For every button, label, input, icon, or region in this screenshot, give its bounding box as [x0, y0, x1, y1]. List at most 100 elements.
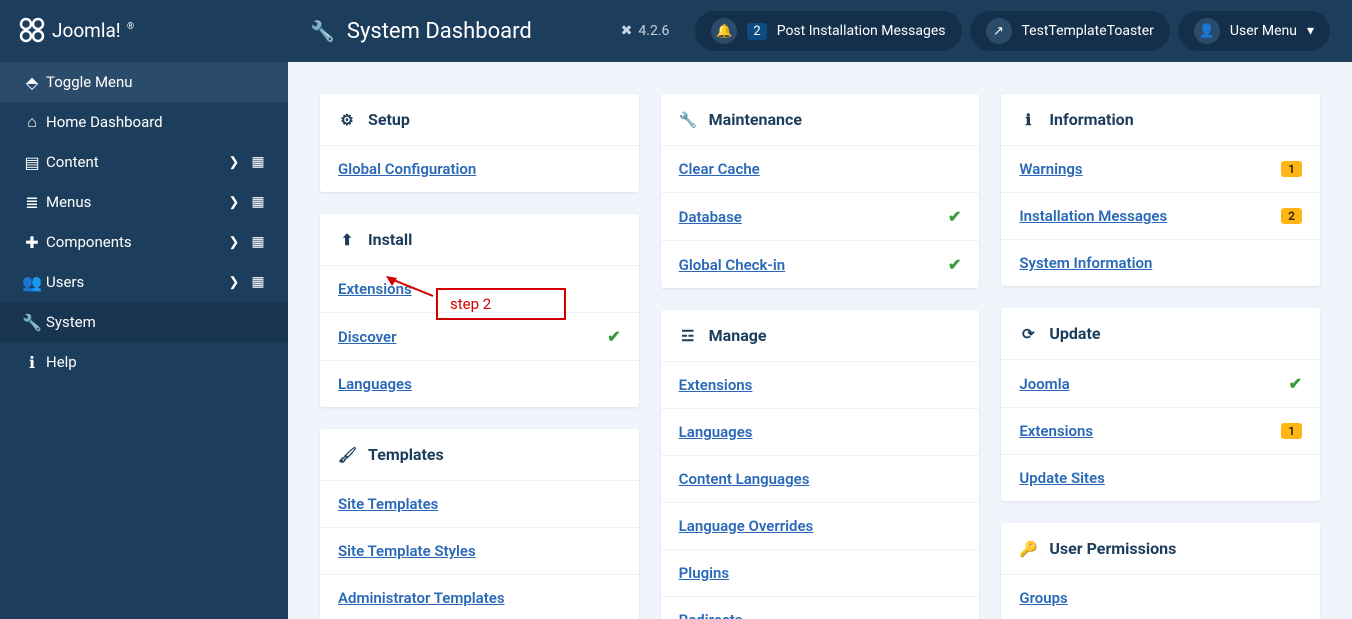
link-system-information[interactable]: System Information [1019, 254, 1302, 272]
sidebar-item-home-dashboard[interactable]: ⌂Home Dashboard [0, 102, 288, 142]
card-information: ℹInformationWarnings1Installation Messag… [1001, 94, 1320, 286]
link-site-template-styles[interactable]: Site Template Styles [338, 542, 621, 560]
card-title: Setup [368, 110, 410, 129]
link-global-check-in[interactable]: Global Check-in [679, 256, 948, 274]
card-row: Global Check-in✔ [661, 240, 980, 288]
link-discover[interactable]: Discover [338, 328, 607, 346]
link-language-overrides[interactable]: Language Overrides [679, 517, 962, 535]
check-icon: ✔ [607, 327, 620, 346]
users-icon: 👥 [18, 273, 46, 292]
link-site-templates[interactable]: Site Templates [338, 495, 621, 513]
card-header-information: ℹInformation [1001, 94, 1320, 145]
card-manage: ☲ManageExtensionsLanguagesContent Langua… [661, 310, 980, 619]
card-row: Redirects [661, 596, 980, 619]
card-row: Content Languages [661, 455, 980, 502]
check-icon: ✔ [1289, 374, 1302, 393]
update-icon: ⟳ [1019, 325, 1037, 343]
link-warnings[interactable]: Warnings [1019, 160, 1281, 178]
sidebar-item-components[interactable]: ✚Components❯▦ [0, 222, 288, 262]
card-row: Languages [320, 360, 639, 407]
link-redirects[interactable]: Redirects [679, 611, 962, 619]
link-clear-cache[interactable]: Clear Cache [679, 160, 962, 178]
bell-icon: 🔔 [711, 18, 737, 44]
grid-icon[interactable]: ▦ [246, 274, 270, 290]
link-content-languages[interactable]: Content Languages [679, 470, 962, 488]
user-menu-button[interactable]: 👤 User Menu ▾ [1178, 11, 1330, 51]
card-row: Administrator Templates [320, 574, 639, 619]
check-icon: ✔ [948, 207, 961, 226]
puzzle-icon: ✚ [18, 233, 46, 252]
link-update-sites[interactable]: Update Sites [1019, 469, 1302, 487]
card-row: Language Overrides [661, 502, 980, 549]
grid-icon[interactable]: ▦ [246, 234, 270, 250]
sidebar-item-system[interactable]: 🔧System [0, 302, 288, 342]
link-joomla[interactable]: Joomla [1019, 375, 1288, 393]
chevron-down-icon: ▾ [1307, 23, 1314, 39]
card-maintenance: 🔧MaintenanceClear CacheDatabase✔Global C… [661, 94, 980, 288]
link-database[interactable]: Database [679, 208, 948, 226]
maintenance-icon: 🔧 [679, 111, 697, 129]
link-extensions[interactable]: Extensions [679, 376, 962, 394]
link-groups[interactable]: Groups [1019, 589, 1302, 607]
template-toaster-button[interactable]: ↗ TestTemplateToaster [970, 11, 1170, 51]
card-title: User Permissions [1049, 539, 1176, 558]
sidebar-item-label: Help [46, 353, 246, 371]
link-languages[interactable]: Languages [338, 375, 621, 393]
card-title: Install [368, 230, 412, 249]
link-global-configuration[interactable]: Global Configuration [338, 160, 621, 178]
sidebar: ⬘ Toggle Menu ⌂Home Dashboard▤Content❯▦≣… [0, 62, 288, 619]
info-icon: ℹ [18, 353, 46, 372]
grid-icon[interactable]: ▦ [246, 154, 270, 170]
link-languages[interactable]: Languages [679, 423, 962, 441]
card-title: Update [1049, 324, 1100, 343]
card-row: Database✔ [661, 192, 980, 240]
check-icon: ✔ [948, 255, 961, 274]
card-header-permissions: 🔑User Permissions [1001, 523, 1320, 574]
card-row: Warnings1 [1001, 145, 1320, 192]
toggle-menu-button[interactable]: ⬘ Toggle Menu [0, 62, 288, 102]
card-title: Maintenance [709, 110, 802, 129]
brand-logo[interactable]: Joomla! ® [0, 0, 288, 62]
card-title: Templates [368, 445, 444, 464]
card-row: System Information [1001, 239, 1320, 286]
card-header-templates: 🖌Templates [320, 429, 639, 480]
user-icon: 👤 [1194, 18, 1220, 44]
grid-icon[interactable]: ▦ [246, 194, 270, 210]
count-badge: 1 [1281, 423, 1302, 439]
post-install-messages-button[interactable]: 🔔 2 Post Installation Messages [695, 11, 961, 51]
wrench-icon: 🔧 [18, 313, 46, 332]
card-title: Manage [709, 326, 767, 345]
link-extensions[interactable]: Extensions [1019, 422, 1281, 440]
external-link-icon: ↗ [986, 18, 1012, 44]
count-badge: 1 [1281, 161, 1302, 177]
sidebar-item-content[interactable]: ▤Content❯▦ [0, 142, 288, 182]
sidebar-item-help[interactable]: ℹHelp [0, 342, 288, 382]
sidebar-item-label: Menus [46, 193, 222, 211]
toggle-icon: ⬘ [18, 73, 46, 92]
card-row: Clear Cache [661, 145, 980, 192]
link-installation-messages[interactable]: Installation Messages [1019, 207, 1281, 225]
sidebar-item-menus[interactable]: ≣Menus❯▦ [0, 182, 288, 222]
chevron-right-icon: ❯ [222, 195, 246, 210]
card-row: Discover✔ [320, 312, 639, 360]
page-title: 🔧 System Dashboard [310, 19, 532, 44]
chevron-right-icon: ❯ [222, 155, 246, 170]
link-administrator-templates[interactable]: Administrator Templates [338, 589, 621, 607]
link-plugins[interactable]: Plugins [679, 564, 962, 582]
card-row: Update Sites [1001, 454, 1320, 501]
wrench-icon: 🔧 [310, 19, 335, 43]
card-update: ⟳ Update Joomla✔ Extensions1 Update Sites [1001, 308, 1320, 501]
card-header-maintenance: 🔧 Maintenance [661, 94, 980, 145]
link-extensions[interactable]: Extensions [338, 280, 621, 298]
page-title-text: System Dashboard [347, 19, 532, 44]
card-install: ⬆ Install Extensions Discover✔ Languages [320, 214, 639, 407]
card-row: Languages [661, 408, 980, 455]
version-indicator[interactable]: ✖ 4.2.6 [621, 23, 670, 39]
card-row: Site Template Styles [320, 527, 639, 574]
count-badge: 2 [1281, 208, 1302, 224]
sidebar-item-users[interactable]: 👥Users❯▦ [0, 262, 288, 302]
card-row: Extensions1 [1001, 407, 1320, 454]
sidebar-item-label: Components [46, 233, 222, 251]
install-icon: ⬆ [338, 231, 356, 249]
list-icon: ≣ [18, 193, 46, 212]
